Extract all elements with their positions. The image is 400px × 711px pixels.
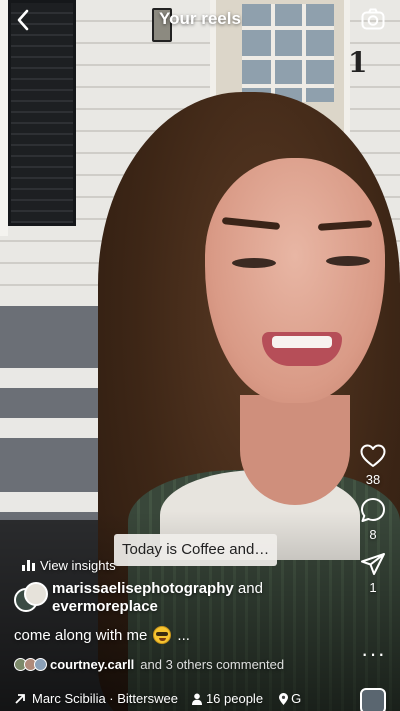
view-insights-link[interactable]: View insights — [22, 558, 116, 573]
post-authors: marissaelisephotography and evermoreplac… — [52, 580, 263, 616]
people-count: 16 people — [205, 691, 264, 706]
commenter-rest: and 3 others commented — [140, 657, 285, 672]
like-count[interactable]: 38 — [366, 472, 380, 487]
top-bar: Your reels — [0, 0, 400, 40]
audio-track[interactable]: Marc Scibilia · Bitterswee — [32, 691, 178, 706]
collaborator-username[interactable]: evermoreplace — [52, 598, 158, 615]
tagged-people[interactable]: 16 people — [191, 691, 264, 706]
comment-icon[interactable] — [360, 497, 386, 523]
audio-thumbnail[interactable] — [360, 688, 386, 711]
share-action: 1 — [358, 552, 388, 595]
heart-icon[interactable] — [360, 444, 386, 468]
person-mouth — [262, 332, 342, 366]
commenter-username: courtney.carll — [50, 657, 135, 672]
post-caption[interactable]: come along with me ... — [14, 626, 190, 644]
comment-action: 8 — [358, 497, 388, 542]
reel-actions: 38 8 1 — [358, 444, 388, 605]
bottom-info-strip: Marc Scibilia · Bitterswee 16 people G — [14, 691, 344, 706]
bar-chart-icon — [22, 560, 35, 571]
insights-label: View insights — [40, 558, 116, 573]
page-title: Your reels — [159, 9, 241, 28]
caption-more: ... — [177, 626, 190, 644]
author-username[interactable]: marissaelisephotography — [52, 580, 234, 597]
comments-summary[interactable]: courtney.carll and 3 others commented — [14, 657, 284, 672]
location-tag[interactable]: G — [279, 691, 301, 706]
author-row: marissaelisephotography and evermoreplac… — [14, 580, 263, 616]
person-icon — [191, 693, 202, 705]
like-action: 38 — [358, 444, 388, 487]
house-number: 1 — [348, 46, 368, 79]
camera-icon[interactable] — [360, 6, 386, 32]
avatar[interactable] — [14, 582, 48, 614]
emoji-icon — [153, 626, 172, 644]
comment-count[interactable]: 8 — [369, 527, 376, 542]
author-conjunction: and — [237, 580, 263, 597]
location-pin-icon — [279, 692, 289, 705]
location-label: G — [291, 691, 302, 706]
more-icon[interactable]: ··· — [361, 643, 385, 666]
share-count[interactable]: 1 — [369, 580, 376, 595]
caption-text: come along with me — [14, 626, 148, 644]
send-icon[interactable] — [360, 552, 386, 576]
commenter-avatars — [14, 658, 47, 671]
text-sticker: Today is Coffee and… — [114, 534, 278, 566]
person-neck — [240, 395, 350, 505]
arrow-icon — [14, 693, 26, 705]
person-face — [205, 158, 385, 403]
